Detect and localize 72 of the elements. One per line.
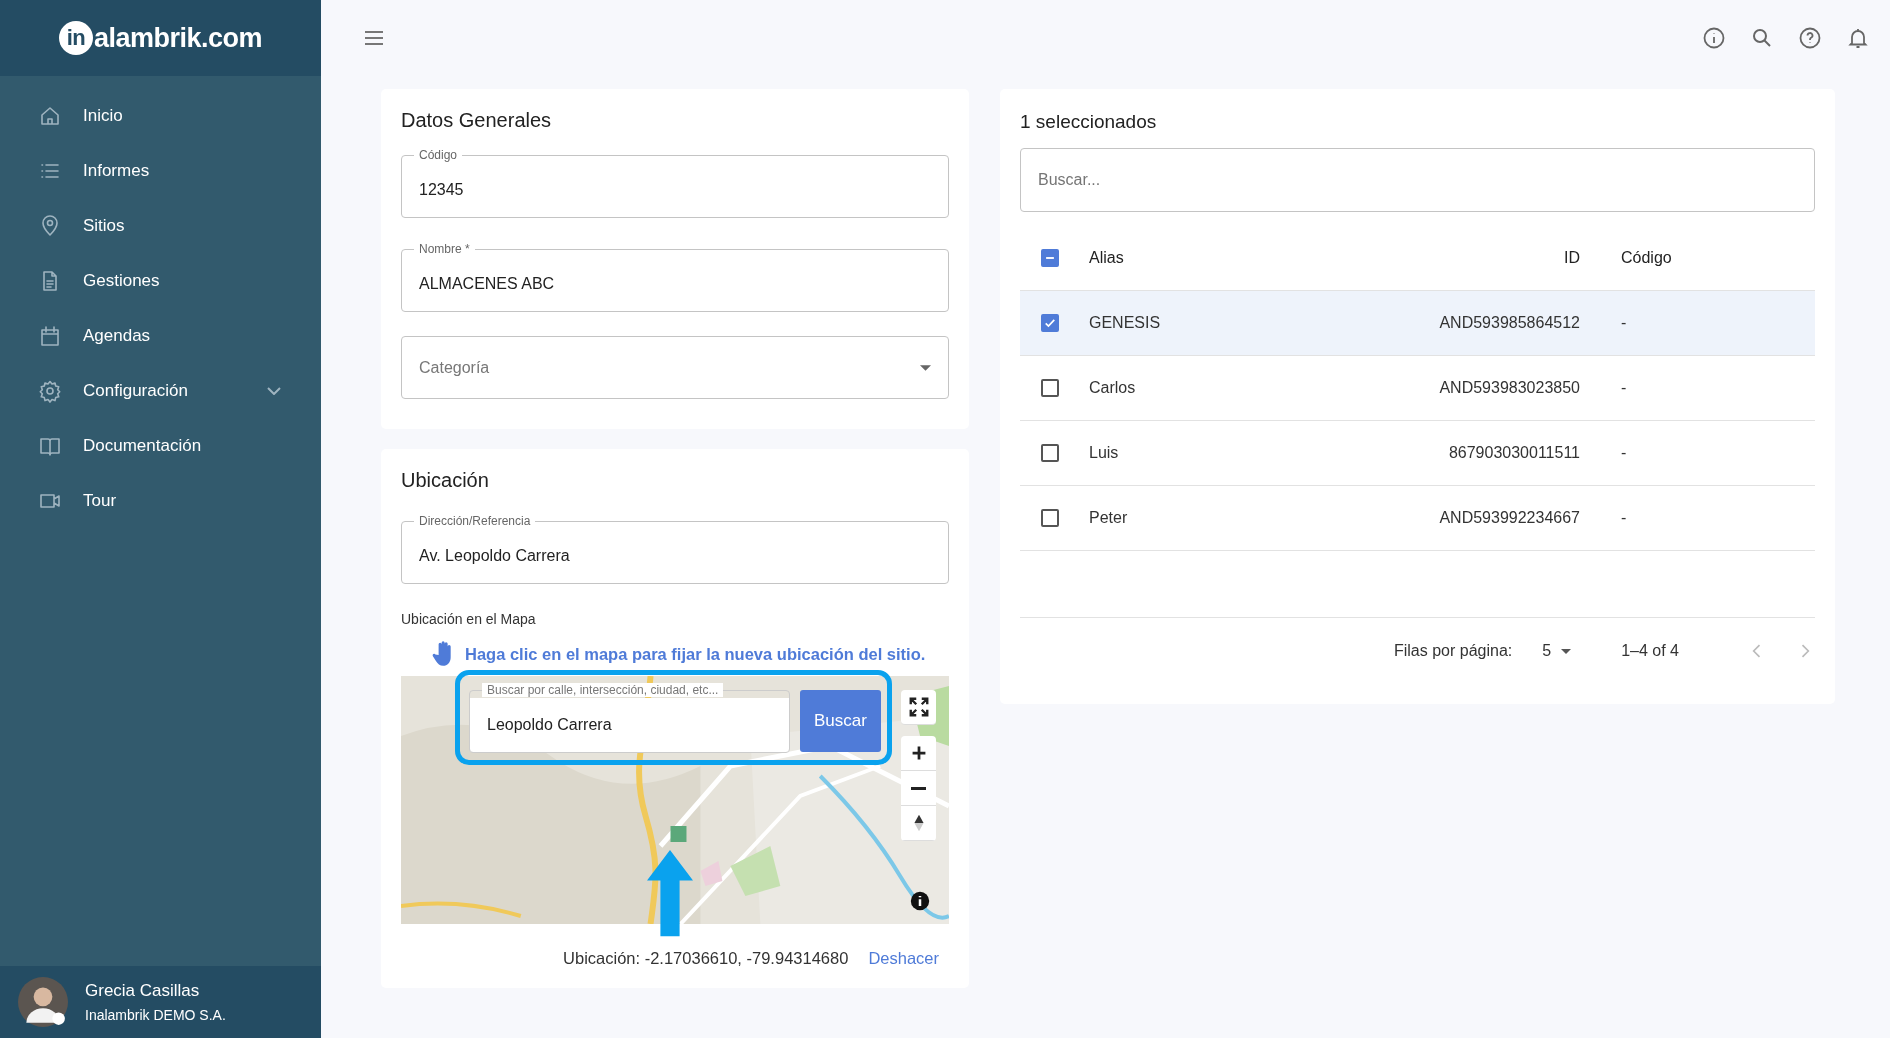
search-field[interactable]: Buscar...: [1020, 148, 1815, 212]
row-checkbox[interactable]: [1041, 379, 1059, 397]
zoom-in-button[interactable]: [901, 736, 936, 771]
map-search-input[interactable]: Leopoldo Carrera: [482, 697, 773, 752]
search-button[interactable]: Buscar: [800, 690, 881, 752]
compass-button[interactable]: [901, 806, 936, 841]
expand-arrows-icon: [907, 696, 930, 718]
text-field[interactable]: Código 12345: [401, 148, 949, 218]
checkmark-icon: [1043, 316, 1057, 330]
table-cell-text: AND593985864512: [1438, 314, 1580, 332]
table-cell-text: 867903030011511: [1447, 444, 1580, 462]
map-label: Ubicación en el Mapa: [401, 611, 537, 627]
table-row[interactable]: Carlos AND593983023850 -: [1020, 356, 1815, 421]
nav-item[interactable]: Documentación: [0, 418, 321, 473]
page-range: 1–4 of 4: [1621, 642, 1679, 660]
notification-bell-icon[interactable]: [1846, 26, 1870, 50]
table-row[interactable]: Luis 867903030011511 -: [1020, 421, 1815, 486]
table-row[interactable]: GENESIS AND593985864512 -: [1020, 291, 1815, 356]
row-checkbox[interactable]: [1041, 314, 1059, 332]
table-cell: -: [1621, 444, 1627, 462]
nav-item[interactable]: Inicio: [0, 88, 321, 143]
help-icon[interactable]: [1798, 26, 1822, 50]
table-cell-text: Luis: [1089, 444, 1120, 462]
caret-icon: [1561, 648, 1572, 654]
text-field[interactable]: Nombre * ALMACENES ABC: [401, 242, 949, 312]
nav-item[interactable]: Gestiones: [0, 253, 321, 308]
address-field[interactable]: Dirección/Referencia Av. Leopoldo Carrera: [401, 514, 949, 584]
table-cell-text: GENESIS: [1089, 314, 1162, 332]
map-search-field[interactable]: Buscar por calle, intersección, ciudad, etc... Leopoldo Carrera: [469, 683, 790, 753]
category-dropdown[interactable]: Categoría: [401, 336, 949, 399]
nav-item[interactable]: Sitios: [0, 198, 321, 253]
zoom-out-button[interactable]: [901, 771, 936, 806]
nav-item[interactable]: Configuración: [0, 363, 321, 418]
table-cell: -: [1621, 379, 1627, 397]
table-cell-text: Peter: [1089, 509, 1129, 527]
gear-icon: [38, 378, 62, 403]
minus-icon: [911, 786, 926, 790]
table-cell-text: Carlos: [1089, 379, 1137, 397]
table-cell: -: [1621, 509, 1627, 527]
rows-per-page-dropdown[interactable]: 5: [1542, 642, 1572, 660]
calendar-icon: [38, 323, 62, 348]
undo-link[interactable]: Deshacer: [868, 949, 939, 968]
table-cell-text: AND593983023850: [1438, 379, 1580, 397]
address-input[interactable]: Av. Leopoldo Carrera: [414, 528, 932, 583]
selection-count: 1 seleccionados: [1020, 111, 1158, 133]
row-checkbox[interactable]: [1041, 444, 1059, 462]
rows-per-page-label: Filas por página:: [1393, 642, 1513, 660]
logo-mark: in: [58, 21, 93, 55]
column-header: Alias: [1089, 249, 1125, 267]
nav-item[interactable]: Agendas: [0, 308, 321, 363]
select-all-checkbox[interactable]: [1041, 249, 1059, 267]
text-input[interactable]: 12345: [414, 162, 932, 217]
coordinates-text: Ubicación: -2.17036610, -79.94314680: [563, 949, 849, 968]
column-header: ID: [1563, 249, 1580, 267]
table-row[interactable]: Peter AND593992234667 -: [1020, 486, 1815, 551]
map-hint: Haga clic en el mapa para fijar la nueva ubicación del sitio.: [465, 644, 926, 664]
info-icon[interactable]: [910, 891, 930, 911]
caret-icon: [920, 364, 931, 371]
avatar: [18, 977, 68, 1027]
logo-text: alambrik.com: [93, 22, 263, 54]
user-name: Grecia Casillas: [85, 981, 201, 1001]
company-name: Inalambrik DEMO S.A.: [85, 1007, 226, 1023]
card-title: Ubicación: [401, 469, 490, 492]
fullscreen-button[interactable]: [901, 690, 936, 725]
column-header: Código: [1621, 249, 1672, 267]
nav-item[interactable]: Informes: [0, 143, 321, 198]
card-title: Datos Generales: [401, 109, 553, 132]
table-cell-text: AND593992234667: [1438, 509, 1580, 527]
text-input[interactable]: ALMACENES ABC: [414, 256, 932, 311]
nav-item[interactable]: Tour: [0, 473, 321, 528]
table-cell: -: [1621, 314, 1627, 332]
row-checkbox[interactable]: [1041, 509, 1059, 527]
